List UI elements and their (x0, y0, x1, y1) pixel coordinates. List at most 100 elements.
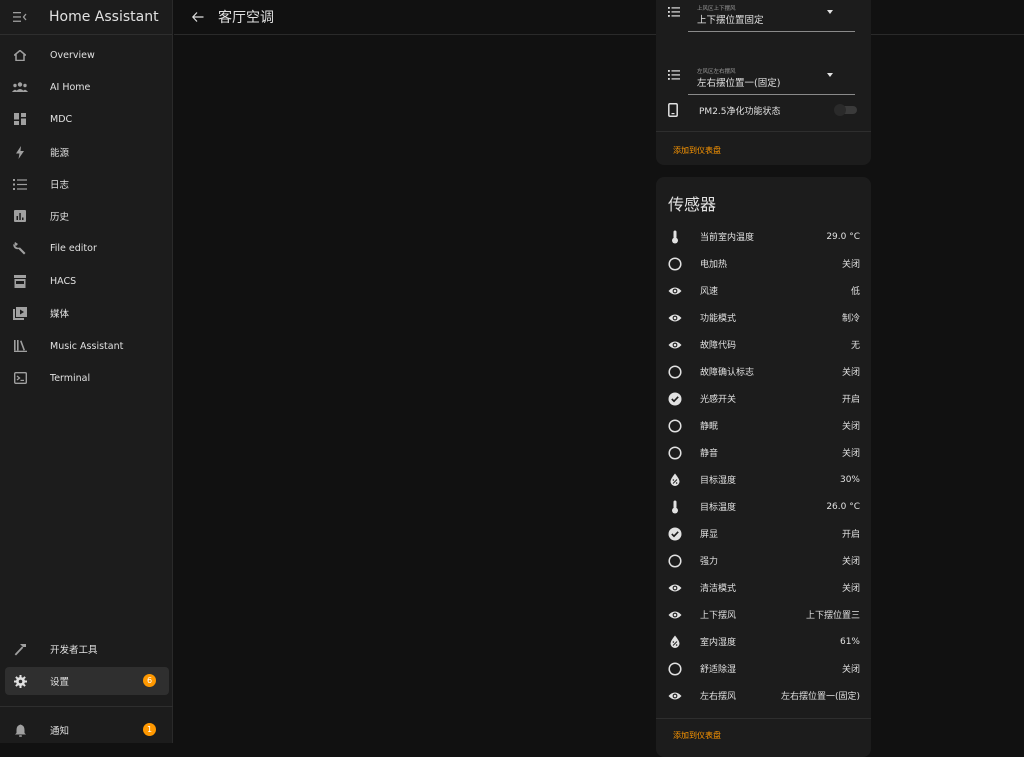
sidebar-item-developer-tools[interactable]: 开发者工具 (5, 635, 169, 663)
back-button[interactable] (174, 12, 222, 22)
sidebar: Home Assistant Overview AI Home MDC 能源 日… (0, 0, 173, 743)
sensor-row[interactable]: 左右摆风 左右摆位置一(固定) (668, 682, 860, 709)
sidebar-item-file-editor[interactable]: File editor (5, 234, 169, 262)
sensor-label: 左右摆风 (700, 692, 737, 702)
switch-label: PM2.5净化功能状态 (699, 106, 781, 117)
sensor-row[interactable]: 电加热 关闭 (668, 250, 860, 277)
lightning-icon (16, 145, 24, 159)
thermometer-icon (668, 500, 682, 514)
eye-icon (668, 313, 682, 323)
sensor-value: 关闭 (841, 665, 860, 675)
circle-outline-icon (668, 661, 682, 676)
card-divider (656, 131, 871, 132)
select-label: 左风区左右摆风 (697, 69, 736, 75)
sidebar-item-energy[interactable]: 能源 (5, 138, 169, 166)
sidebar-item-history[interactable]: 历史 (5, 202, 169, 230)
sidebar-item-label: AI Home (50, 81, 91, 93)
sensor-label: 目标湿度 (700, 476, 737, 486)
sensor-label: 上下摆风 (700, 611, 737, 621)
eye-icon (668, 610, 682, 620)
sensor-value: 开启 (841, 530, 860, 540)
sidebar-item-overview[interactable]: Overview (5, 41, 169, 69)
sensor-row[interactable]: 故障代码 无 (668, 331, 860, 358)
circle-outline-icon (668, 418, 682, 433)
sensor-row[interactable]: 清洁模式 关闭 (668, 574, 860, 601)
sidebar-item-label: Terminal (50, 372, 91, 384)
sensor-label: 屏显 (700, 530, 719, 540)
add-to-dashboard-link[interactable]: 添加到仪表盘 (673, 145, 721, 156)
sensor-value: 关闭 (841, 557, 860, 567)
circle-outline-icon (668, 364, 682, 379)
sensor-row[interactable]: 功能模式 制冷 (668, 304, 860, 331)
sidebar-item-music-assistant[interactable]: Music Assistant (5, 332, 169, 360)
sensor-row[interactable]: 舒适除湿 关闭 (668, 655, 860, 682)
notifications-badge: 1 (143, 723, 156, 736)
sensor-label: 风速 (700, 287, 719, 297)
select-value: 左右摆位置一(固定) (697, 78, 781, 89)
select-underline (688, 94, 855, 95)
sensor-row[interactable]: 屏显 开启 (668, 520, 860, 547)
sensor-row[interactable]: 当前室内温度 29.0 °C (668, 223, 860, 250)
sidebar-item-logbook[interactable]: 日志 (5, 170, 169, 198)
sidebar-item-label: MDC (50, 113, 73, 125)
eye-icon (668, 691, 682, 701)
sensor-label: 光感开关 (700, 395, 737, 405)
sensor-row[interactable]: 故障确认标志 关闭 (668, 358, 860, 385)
pm25-toggle[interactable] (834, 104, 857, 116)
sidebar-item-label: 媒体 (50, 309, 70, 320)
phone-icon (668, 103, 678, 117)
menu-toggle-button[interactable] (0, 0, 40, 35)
terminal-icon (13, 372, 27, 384)
sidebar-item-label: 能源 (50, 148, 70, 159)
sensor-label: 当前室内温度 (700, 233, 755, 243)
card-divider (656, 718, 871, 719)
circle-outline-icon (668, 553, 682, 568)
bell-icon (14, 724, 26, 737)
dropdown-arrow-icon (827, 10, 833, 14)
sensor-row[interactable]: 静音 关闭 (668, 439, 860, 466)
media-icon (13, 306, 27, 320)
sensor-row[interactable]: 强力 关闭 (668, 547, 860, 574)
sensor-value: 30% (839, 474, 860, 485)
select-vertical-swing[interactable]: 上风区上下摆风 上下摆位置固定 (668, 0, 855, 32)
sidebar-item-media[interactable]: 媒体 (5, 299, 169, 327)
sidebar-divider (0, 706, 173, 707)
select-horizontal-swing[interactable]: 左风区左右摆风 左右摆位置一(固定) (668, 61, 855, 95)
people-icon (12, 82, 28, 92)
top-bar: 客厅空调 (174, 0, 1024, 35)
water-percent-icon (668, 635, 682, 648)
sensor-label: 故障代码 (700, 341, 737, 351)
sidebar-item-ai-home[interactable]: AI Home (5, 73, 169, 101)
circle-outline-icon (668, 445, 682, 460)
sensor-value: 低 (850, 287, 860, 297)
sensor-value: 上下摆位置三 (805, 611, 860, 621)
add-to-dashboard-link[interactable]: 添加到仪表盘 (673, 730, 721, 741)
switch-pm25: PM2.5净化功能状态 (668, 96, 863, 124)
sidebar-item-hacs[interactable]: HACS (5, 267, 169, 295)
check-circle-icon (668, 527, 682, 541)
select-value: 上下摆位置固定 (697, 15, 764, 26)
sidebar-item-settings[interactable]: 设置 6 (5, 667, 169, 695)
hammer-icon (14, 643, 26, 655)
sensor-value: 26.0 °C (826, 501, 860, 512)
sidebar-item-label: File editor (50, 242, 97, 254)
sidebar-item-mdc[interactable]: MDC (5, 105, 169, 133)
sidebar-item-label: 开发者工具 (50, 645, 98, 656)
sensor-row[interactable]: 光感开关 开启 (668, 385, 860, 412)
sidebar-item-terminal[interactable]: Terminal (5, 364, 169, 392)
sensor-row[interactable]: 目标湿度 30% (668, 466, 860, 493)
sensor-label: 功能模式 (700, 314, 737, 324)
sidebar-item-notifications[interactable]: 通知 1 (5, 716, 169, 744)
settings-badge: 6 (143, 674, 156, 687)
sensor-row[interactable]: 目标温度 26.0 °C (668, 493, 860, 520)
home-icon (14, 49, 26, 61)
sensor-row[interactable]: 风速 低 (668, 277, 860, 304)
sensor-row[interactable]: 上下摆风 上下摆位置三 (668, 601, 860, 628)
list-icon (668, 7, 680, 17)
sidebar-item-label: 历史 (50, 212, 70, 223)
sensor-row[interactable]: 静眠 关闭 (668, 412, 860, 439)
select-label: 上风区上下摆风 (697, 6, 736, 12)
sensor-label: 强力 (700, 557, 719, 567)
sidebar-item-label: 通知 (50, 726, 70, 737)
sensor-row[interactable]: 室内湿度 61% (668, 628, 860, 655)
